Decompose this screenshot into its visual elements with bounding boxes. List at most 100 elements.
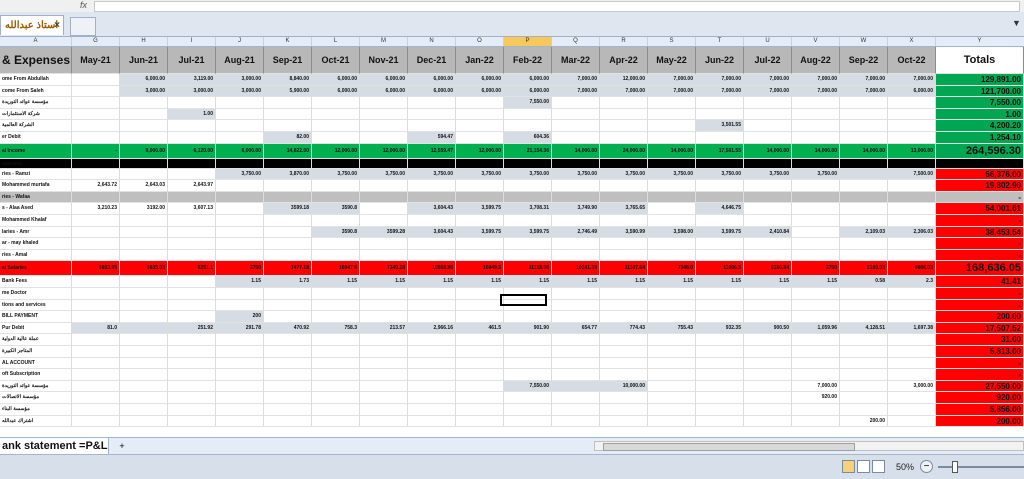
cell[interactable] xyxy=(360,238,408,250)
cell[interactable] xyxy=(744,191,792,204)
cell[interactable] xyxy=(888,369,936,381)
cell[interactable]: 3,750.00 xyxy=(216,168,264,181)
cell[interactable] xyxy=(744,120,792,132)
cell[interactable] xyxy=(216,334,264,346)
cell[interactable] xyxy=(456,108,504,121)
cell[interactable]: 3,210.23 xyxy=(72,203,120,215)
cell[interactable] xyxy=(456,191,504,204)
zoom-out-icon[interactable]: − xyxy=(920,460,933,473)
cell[interactable] xyxy=(744,369,792,381)
cell[interactable]: 461.5 xyxy=(456,322,504,335)
cell[interactable]: 5,900.00 xyxy=(264,85,312,98)
cell[interactable] xyxy=(360,380,408,393)
cell[interactable] xyxy=(600,158,648,169)
cell[interactable] xyxy=(168,132,216,144)
cell[interactable] xyxy=(216,369,264,381)
cell[interactable]: 7,550.00 xyxy=(504,380,552,393)
row-label[interactable]: عملة عالية الدولية xyxy=(0,334,72,346)
column-header-p[interactable]: P xyxy=(504,37,552,46)
cell[interactable] xyxy=(840,132,888,144)
cell[interactable] xyxy=(168,380,216,393)
cell[interactable] xyxy=(552,132,600,144)
cell[interactable]: 2,966.16 xyxy=(408,322,456,335)
cell[interactable] xyxy=(600,215,648,227)
cell[interactable] xyxy=(744,346,792,358)
row-total[interactable]: 31.00 xyxy=(936,334,1024,346)
cell[interactable]: 14,000.00 xyxy=(744,143,792,159)
cell[interactable] xyxy=(360,191,408,204)
cell[interactable] xyxy=(264,288,312,300)
cell[interactable] xyxy=(840,120,888,132)
cell[interactable] xyxy=(360,392,408,404)
cell[interactable] xyxy=(840,158,888,169)
cell[interactable] xyxy=(456,404,504,416)
cell[interactable]: 6,000.00 xyxy=(120,74,168,86)
cell[interactable]: 8,840.00 xyxy=(264,74,312,86)
cell[interactable] xyxy=(648,97,696,109)
cell[interactable] xyxy=(360,215,408,227)
cell[interactable] xyxy=(552,120,600,132)
cell[interactable] xyxy=(120,108,168,121)
cell[interactable]: 1.00 xyxy=(168,108,216,121)
cell[interactable]: 11158.06 xyxy=(504,261,552,277)
cell[interactable] xyxy=(552,369,600,381)
cell[interactable] xyxy=(744,415,792,428)
cell[interactable] xyxy=(504,158,552,169)
horizontal-scrollbar[interactable] xyxy=(594,441,1024,451)
cell[interactable] xyxy=(744,288,792,300)
cell[interactable] xyxy=(120,158,168,169)
row-label[interactable]: al Income xyxy=(0,143,72,159)
cell[interactable] xyxy=(648,238,696,250)
cell[interactable]: 901.90 xyxy=(504,322,552,335)
cell[interactable]: 3,598.00 xyxy=(648,226,696,239)
cell[interactable] xyxy=(168,215,216,227)
cell[interactable] xyxy=(216,238,264,250)
cell[interactable]: 6,000.00 xyxy=(216,143,264,159)
row-label[interactable]: AL ACCOUNT xyxy=(0,357,72,370)
cell[interactable]: 3,599.75 xyxy=(456,203,504,215)
scrollbar-thumb[interactable] xyxy=(603,443,855,451)
cell[interactable] xyxy=(600,288,648,300)
cell[interactable]: 12,000.00 xyxy=(312,143,360,159)
cell[interactable]: 920.00 xyxy=(792,392,840,404)
cell[interactable] xyxy=(696,369,744,381)
cell[interactable] xyxy=(360,180,408,192)
cell[interactable]: 11996.5 xyxy=(696,261,744,277)
column-header-v[interactable]: V xyxy=(792,37,840,46)
zoom-slider[interactable] xyxy=(938,466,1024,468)
row-total[interactable]: - xyxy=(936,369,1024,381)
cell[interactable]: 6160.84 xyxy=(744,261,792,277)
row-total[interactable]: - xyxy=(936,357,1024,370)
cell[interactable] xyxy=(216,299,264,312)
month-header[interactable]: Jan-22 xyxy=(456,47,504,74)
cell[interactable]: 9806.03 xyxy=(888,261,936,277)
cell[interactable] xyxy=(840,357,888,370)
cell[interactable] xyxy=(168,97,216,109)
cell[interactable] xyxy=(504,238,552,250)
cell[interactable] xyxy=(600,311,648,323)
column-header-w[interactable]: W xyxy=(840,37,888,46)
cell[interactable] xyxy=(792,311,840,323)
cell[interactable] xyxy=(504,249,552,262)
row-total[interactable]: 41.41 xyxy=(936,276,1024,288)
cell[interactable] xyxy=(792,415,840,428)
cell[interactable] xyxy=(744,311,792,323)
row-label[interactable]: al Salaries xyxy=(0,261,72,277)
cell[interactable]: 4,646.75 xyxy=(696,203,744,215)
cell[interactable] xyxy=(792,132,840,144)
cell[interactable]: 251.92 xyxy=(168,322,216,335)
cell[interactable]: 7,000.00 xyxy=(552,74,600,86)
cell[interactable]: 3590.8 xyxy=(312,226,360,239)
cell[interactable] xyxy=(360,97,408,109)
cell[interactable]: 2,746.49 xyxy=(552,226,600,239)
cell[interactable] xyxy=(72,299,120,312)
row-label[interactable]: er Debit xyxy=(0,132,72,144)
sheet-tab-active[interactable]: ank statement =P&L xyxy=(0,438,109,454)
cell[interactable]: 7348.0 xyxy=(648,261,696,277)
cell[interactable]: 3,119.00 xyxy=(168,74,216,86)
cell[interactable] xyxy=(888,97,936,109)
row-label[interactable]: tions and services xyxy=(0,299,72,312)
cell[interactable] xyxy=(360,369,408,381)
cell[interactable] xyxy=(792,158,840,169)
cell[interactable] xyxy=(792,108,840,121)
